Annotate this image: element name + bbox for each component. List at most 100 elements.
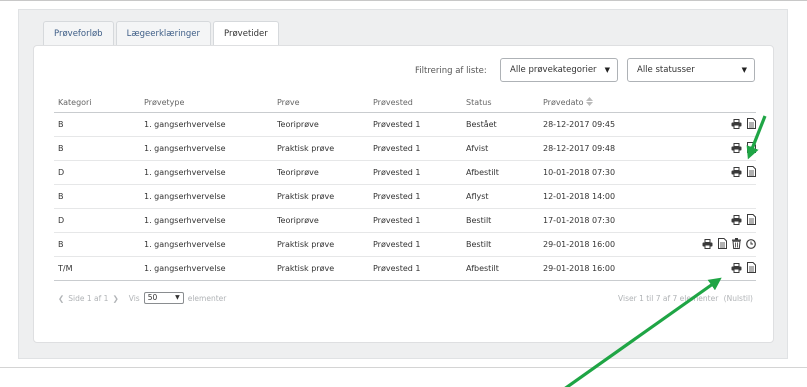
row-actions (659, 208, 756, 233)
category-filter-value: Alle prøvekategorier (510, 65, 597, 75)
table-cell-status: Bestilt (462, 232, 539, 257)
table-cell-sted: Prøvested 1 (369, 160, 462, 185)
table-row: B 1. gangserhvervelse Praktisk prøve Prøves… (54, 232, 756, 257)
prev-page-icon[interactable]: ❮ (58, 294, 64, 303)
table-cell-status: Afbestilt (462, 256, 539, 281)
table-cell-dato: 10-01-2018 07:30 (539, 160, 659, 185)
table-cell-status: Afbestilt (462, 160, 539, 185)
table-row: B 1. gangserhvervelse Teoriprøve Prøvested … (54, 112, 756, 137)
column-header-provetype[interactable]: Prøvetype (140, 92, 273, 113)
table-row: D 1. gangserhvervelse Teoriprøve Prøvested … (54, 160, 756, 185)
table-cell-dato: 28-12-2017 09:48 (539, 136, 659, 161)
column-header-provedato-label: Prøvedato (543, 97, 584, 107)
sort-icon (585, 96, 593, 108)
document-icon[interactable] (747, 214, 756, 227)
print-icon[interactable] (731, 262, 742, 275)
table-row: D 1. gangserhvervelse Teoriprøve Prøvested … (54, 208, 756, 233)
column-header-kategori[interactable]: Kategori (54, 92, 140, 113)
table-cell-sted: Prøvested 1 (369, 184, 462, 209)
table-summary: Viser 1 til 7 af 7 elementer (Nulstil) (615, 294, 753, 303)
clock-icon[interactable] (746, 238, 756, 251)
row-actions (659, 136, 756, 161)
row-actions (659, 184, 756, 209)
column-header-actions (659, 92, 756, 113)
document-icon[interactable] (747, 142, 756, 155)
table-cell-status: Bestået (462, 112, 539, 137)
page-size-label: Vis (128, 293, 140, 303)
page-size-value: 50 (147, 293, 158, 302)
reset-link[interactable]: (Nulstil) (724, 294, 753, 303)
status-filter-value: Alle statusser (637, 65, 695, 75)
table-cell-kategori: T/M (54, 256, 140, 281)
table-cell-sted: Prøvested 1 (369, 256, 462, 281)
table-row: T/M 1. gangserhvervelse Praktisk prøve Prøv… (54, 256, 756, 281)
window-top-border (0, 0, 807, 1)
caret-down-icon: ▼ (741, 66, 747, 74)
tab-laegeerklaeringer[interactable]: Lægeerklæringer (115, 21, 212, 45)
row-actions (659, 112, 756, 137)
table-cell-prove: Praktisk prøve (273, 256, 369, 281)
trash-icon[interactable] (732, 238, 741, 251)
table-cell-prove: Teoriprøve (273, 112, 369, 137)
caret-down-icon: ▼ (175, 294, 180, 301)
table-cell-kategori: B (54, 184, 140, 209)
document-icon[interactable] (747, 166, 756, 179)
table-cell-type: 1. gangserhvervelse (140, 184, 273, 209)
page-indicator: Side 1 af 1 (68, 293, 109, 303)
row-actions (659, 160, 756, 185)
table-row: B 1. gangserhvervelse Praktisk prøve Prøves… (54, 184, 756, 209)
table-cell-type: 1. gangserhvervelse (140, 208, 273, 233)
page-size-suffix: elementer (187, 293, 227, 303)
page-size-select[interactable]: 50 ▼ (143, 292, 184, 304)
window-bottom-border (0, 367, 807, 368)
table-cell-type: 1. gangserhvervelse (140, 256, 273, 281)
table-cell-status: Bestilt (462, 208, 539, 233)
table-cell-dato: 12-01-2018 14:00 (539, 184, 659, 209)
table-cell-prove: Praktisk prøve (273, 232, 369, 257)
table-cell-type: 1. gangserhvervelse (140, 232, 273, 257)
table-cell-kategori: D (54, 208, 140, 233)
table-cell-status: Afvist (462, 136, 539, 161)
table-cell-kategori: B (54, 136, 140, 161)
table-cell-type: 1. gangserhvervelse (140, 136, 273, 161)
column-header-prove[interactable]: Prøve (273, 92, 369, 113)
table-cell-kategori: B (54, 232, 140, 257)
column-header-provested[interactable]: Prøvested (369, 92, 462, 113)
print-icon[interactable] (731, 142, 742, 155)
table-cell-dato: 17-01-2018 07:30 (539, 208, 659, 233)
pagination: ❮ Side 1 af 1 ❯ Vis 50 ▼ elementer (58, 292, 226, 304)
print-icon[interactable] (702, 238, 713, 251)
column-header-provedato[interactable]: Prøvedato (539, 92, 659, 113)
status-filter-select[interactable]: Alle statusser ▼ (627, 58, 755, 82)
category-filter-select[interactable]: Alle prøvekategorier ▼ (500, 58, 618, 82)
document-icon[interactable] (747, 118, 756, 131)
summary-text: Viser 1 til 7 af 7 elementer (618, 294, 719, 303)
print-icon[interactable] (731, 214, 742, 227)
next-page-icon[interactable]: ❯ (112, 294, 118, 303)
caret-down-icon: ▼ (604, 66, 610, 74)
column-header-status[interactable]: Status (462, 92, 539, 113)
table-cell-dato: 29-01-2018 16:00 (539, 232, 659, 257)
document-icon[interactable] (718, 238, 727, 251)
table-header-row: Kategori Prøvetype Prøve Prøvested Statu… (54, 92, 756, 113)
table-cell-kategori: D (54, 160, 140, 185)
tab-provetider[interactable]: Prøvetider (213, 21, 279, 46)
table-cell-sted: Prøvested 1 (369, 232, 462, 257)
table-cell-prove: Teoriprøve (273, 160, 369, 185)
tab-bar: Prøveforløb Lægeerklæringer Prøvetider (43, 21, 279, 46)
tab-proveforlob[interactable]: Prøveforløb (43, 21, 114, 45)
document-icon[interactable] (747, 262, 756, 275)
table-cell-prove: Praktisk prøve (273, 136, 369, 161)
filter-label: Filtrering af liste: (415, 66, 487, 76)
table-cell-sted: Prøvested 1 (369, 136, 462, 161)
row-actions (659, 256, 756, 281)
table-cell-prove: Teoriprøve (273, 208, 369, 233)
table-cell-prove: Praktisk prøve (273, 184, 369, 209)
row-actions (659, 232, 756, 257)
table-row: B 1. gangserhvervelse Praktisk prøve Prøves… (54, 136, 756, 161)
table-cell-type: 1. gangserhvervelse (140, 160, 273, 185)
table-cell-sted: Prøvested 1 (369, 112, 462, 137)
table-cell-type: 1. gangserhvervelse (140, 112, 273, 137)
print-icon[interactable] (731, 118, 742, 131)
print-icon[interactable] (731, 166, 742, 179)
